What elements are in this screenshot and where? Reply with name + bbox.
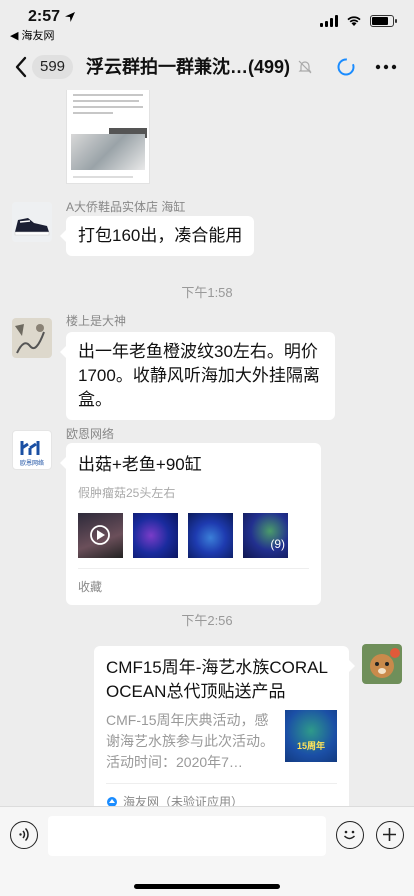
emoji-icon: [343, 830, 356, 840]
mini-program-circle-icon[interactable]: [336, 57, 356, 77]
wifi-icon: [347, 16, 361, 26]
text-message-bubble[interactable]: 出一年老鱼橙波纹30左右。明价1700。收静风听海加大外挂隔离盒。: [60, 332, 335, 420]
avatar-label: 欧恩网络: [19, 461, 44, 467]
favorite-card-message[interactable]: 出菇+老鱼+90缸 假肿瘤菇25头左右 (9) 收藏: [60, 443, 321, 605]
plus-icon: [383, 828, 396, 841]
input-bar: [0, 806, 414, 896]
avatar[interactable]: [12, 202, 52, 242]
status-bar: 2:57 ◀ 海友网: [0, 0, 414, 44]
timestamp: 下午1:58: [181, 285, 233, 300]
battery-icon: [370, 14, 397, 27]
link-description: CMF-15周年庆典活动，感谢海艺水族参与此次活动。活动时间：2020年7…: [106, 712, 274, 770]
photo-thumbnail[interactable]: [133, 513, 178, 558]
source-app-icon: [107, 797, 117, 806]
link-source: 海友网（未验证应用）: [106, 783, 337, 806]
sender-name: 欧恩网络: [66, 427, 115, 441]
link-card-message[interactable]: CMF15周年-海艺水族CORAL OCEAN总代顶贴送产品 CMF-15周年庆…: [94, 646, 355, 806]
voice-icon: [19, 827, 29, 842]
link-thumbnail: 15周年: [285, 710, 337, 762]
play-icon: [90, 525, 110, 545]
unread-count-badge[interactable]: 599: [32, 55, 74, 79]
dog-avatar-image: [362, 644, 402, 684]
location-arrow-icon: [65, 12, 76, 22]
more-icon[interactable]: [374, 57, 398, 77]
card-title: 出菇+老鱼+90缸: [78, 455, 202, 474]
timestamp: 下午2:56: [181, 613, 233, 628]
sender-name: 楼上是大神: [66, 314, 127, 328]
video-thumbnail[interactable]: [78, 513, 123, 558]
painting-avatar-image: [12, 318, 52, 358]
sender-name: A大侨鞋品实体店 海缸: [66, 200, 186, 214]
avatar[interactable]: [12, 318, 52, 358]
chevron-left-icon[interactable]: [12, 55, 32, 79]
card-image-row: (9): [78, 513, 309, 558]
status-time: 2:57: [28, 8, 76, 26]
photo-thumbnail[interactable]: [188, 513, 233, 558]
photo-thumbnail[interactable]: (9): [243, 513, 288, 558]
chat-title: 浮云群拍一群兼沈…(499): [86, 57, 291, 77]
mute-bell-icon: [298, 60, 312, 74]
avatar[interactable]: 欧恩网络: [12, 430, 52, 470]
image-message[interactable]: [66, 90, 150, 184]
message-input[interactable]: [48, 816, 326, 856]
more-images-count: (9): [270, 537, 285, 551]
card-subtitle: 假肿瘤菇25头左右: [78, 486, 176, 500]
link-title: CMF15周年-海艺水族CORAL OCEAN总代顶贴送产品: [106, 658, 328, 701]
voice-button[interactable]: [10, 821, 38, 849]
home-indicator[interactable]: [134, 884, 280, 889]
text-message-bubble[interactable]: 打包160出，凑合能用: [59, 216, 255, 256]
member-count: (499): [248, 57, 291, 77]
chat-header: 599 浮云群拍一群兼沈…(499): [0, 44, 414, 90]
my-avatar[interactable]: [362, 644, 402, 684]
plus-button[interactable]: [376, 821, 404, 849]
back-to-app-link[interactable]: ◀ 海友网: [10, 27, 55, 43]
cellular-signal-icon: [320, 14, 338, 27]
emoji-button[interactable]: [336, 821, 364, 849]
chat-message-list[interactable]: A大侨鞋品实体店 海缸 打包160出，凑合能用 下午1:58 楼上是大神 出一年…: [0, 90, 414, 806]
sneaker-avatar-image: [12, 202, 52, 242]
card-footer: 收藏: [78, 568, 309, 599]
